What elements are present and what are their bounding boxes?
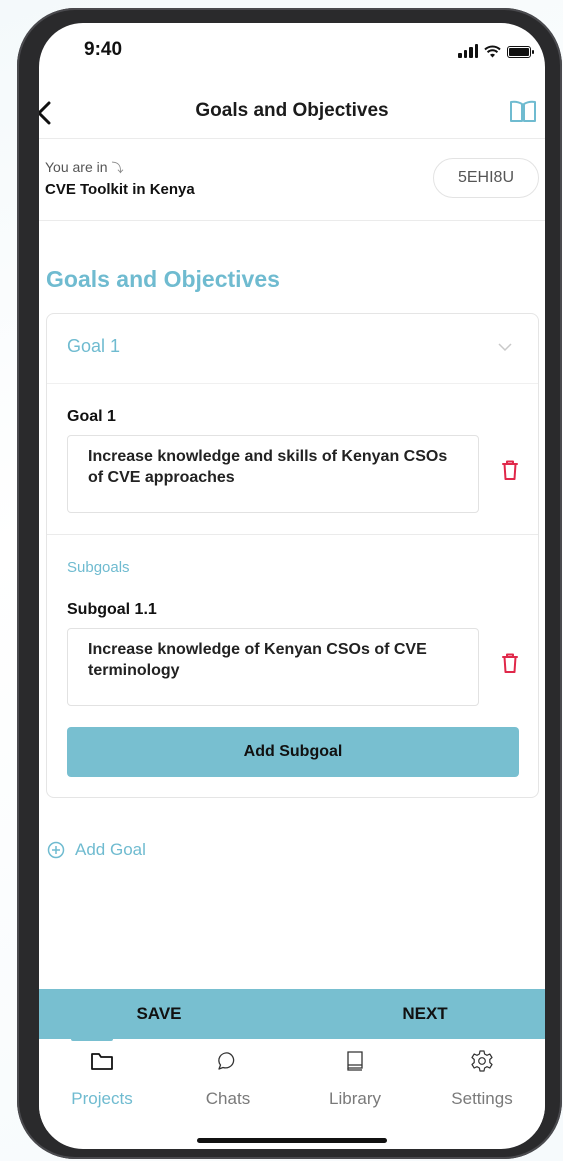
section-title: Goals and Objectives [46, 266, 280, 292]
signal-icon [458, 44, 478, 58]
goal-header-label: Goal 1 [67, 336, 121, 356]
gear-icon [471, 1050, 493, 1072]
goal-accordion-header[interactable]: Goal 1 [47, 314, 538, 384]
trash-icon[interactable] [500, 652, 520, 674]
subgoal-text-field[interactable]: Increase knowledge of Kenyan CSOs of CVE… [67, 628, 479, 706]
wifi-icon [484, 45, 501, 58]
project-context: You are in ⤵ CVE Toolkit in Kenya 5EHI8U [39, 139, 545, 221]
tab-chats[interactable]: Chats [165, 1041, 291, 1131]
action-bar: SAVE NEXT [39, 989, 545, 1039]
tab-settings[interactable]: Settings [419, 1041, 545, 1131]
home-indicator [197, 1138, 387, 1143]
status-icons [458, 44, 534, 58]
project-name: CVE Toolkit in Kenya [45, 181, 195, 198]
next-button[interactable]: NEXT [305, 989, 545, 1039]
save-button[interactable]: SAVE [39, 989, 279, 1039]
navigation-bar: Goals and Objectives [39, 89, 545, 139]
location-label: You are in ⤵ [45, 159, 124, 175]
status-time: 9:40 [84, 39, 123, 60]
subgoal-label: Subgoal 1.1 [67, 601, 157, 618]
add-goal-button[interactable]: Add Goal [47, 840, 146, 860]
project-code-badge[interactable]: 5EHI8U [433, 158, 539, 198]
book-open-icon[interactable] [507, 95, 539, 127]
goal-label: Goal 1 [67, 408, 116, 425]
folder-icon [91, 1053, 113, 1070]
page-title: Goals and Objectives [195, 100, 389, 121]
book-icon [347, 1051, 363, 1071]
tab-library-label: Library [329, 1089, 381, 1108]
tab-settings-label: Settings [451, 1089, 513, 1108]
trash-icon[interactable] [500, 459, 520, 481]
tab-chats-label: Chats [205, 1089, 251, 1108]
card-divider [47, 534, 538, 535]
phone-frame: 9:40 Goals and Objectives You are in ⤵ C… [17, 8, 562, 1159]
tab-bar: Projects Chats Library Settings [39, 1041, 545, 1131]
chat-bubble-icon [218, 1052, 235, 1070]
subgoals-heading: Subgoals [67, 559, 130, 576]
status-bar: 9:40 [39, 23, 545, 81]
add-goal-label: Add Goal [75, 840, 146, 859]
app-screen: 9:40 Goals and Objectives You are in ⤵ C… [39, 23, 545, 1149]
plus-circle-icon [47, 841, 65, 859]
tab-projects[interactable]: Projects [39, 1041, 165, 1131]
chevron-down-icon[interactable] [496, 338, 514, 356]
tab-library[interactable]: Library [292, 1041, 418, 1131]
goal-card: Goal 1 Goal 1 Increase knowledge and ski… [46, 313, 539, 798]
battery-icon [507, 46, 534, 58]
tab-projects-label: Projects [71, 1089, 133, 1108]
add-subgoal-button[interactable]: Add Subgoal [67, 727, 519, 777]
goal-text-field[interactable]: Increase knowledge and skills of Kenyan … [67, 435, 479, 513]
